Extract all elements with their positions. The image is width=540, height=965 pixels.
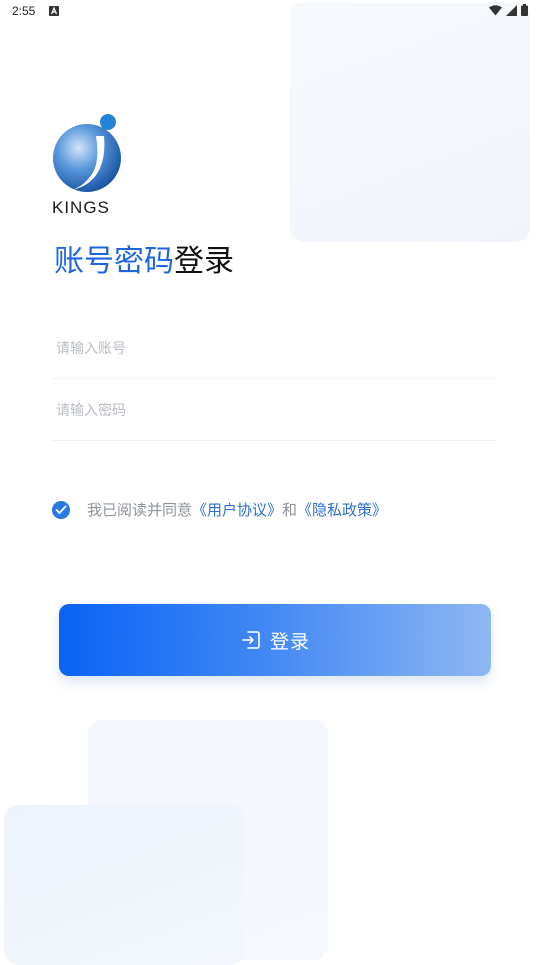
page-title-accent: 账号密码: [54, 244, 174, 279]
agreement-prefix: 我已阅读并同意: [87, 501, 193, 519]
account-input[interactable]: [54, 336, 478, 362]
privacy-policy-link[interactable]: 《隐私政策》: [297, 499, 387, 520]
password-field: [52, 380, 496, 441]
account-field: [52, 318, 496, 379]
background-decoration-bottom-left: [4, 805, 244, 965]
wifi-icon: [489, 4, 502, 15]
status-time: 2:55: [12, 4, 36, 18]
battery-icon: [521, 4, 528, 16]
agreement-row: 我已阅读并同意 《用户协议》 和 《隐私政策》: [52, 499, 387, 520]
logo-mark-icon: [53, 114, 121, 192]
a-icon: [49, 6, 59, 16]
login-button-label: 登录: [269, 630, 310, 653]
logo-text: KINGS: [52, 198, 110, 217]
status-bar: 2:55: [0, 0, 540, 24]
background-decoration-top: [290, 2, 530, 242]
agreement-conjunction: 和: [282, 501, 298, 519]
status-icons: [489, 4, 528, 16]
login-icon: [242, 631, 260, 649]
app-logo: KINGS: [52, 112, 132, 222]
page-title-rest: 登录: [174, 244, 234, 279]
user-agreement-link[interactable]: 《用户协议》: [192, 499, 282, 520]
signal-icon: [506, 4, 517, 16]
checkmark-icon: [55, 505, 67, 514]
page-title: 账号密码登录: [54, 236, 234, 280]
password-input[interactable]: [54, 398, 478, 424]
login-button[interactable]: 登录: [59, 604, 491, 676]
agreement-checkbox[interactable]: [52, 500, 70, 519]
